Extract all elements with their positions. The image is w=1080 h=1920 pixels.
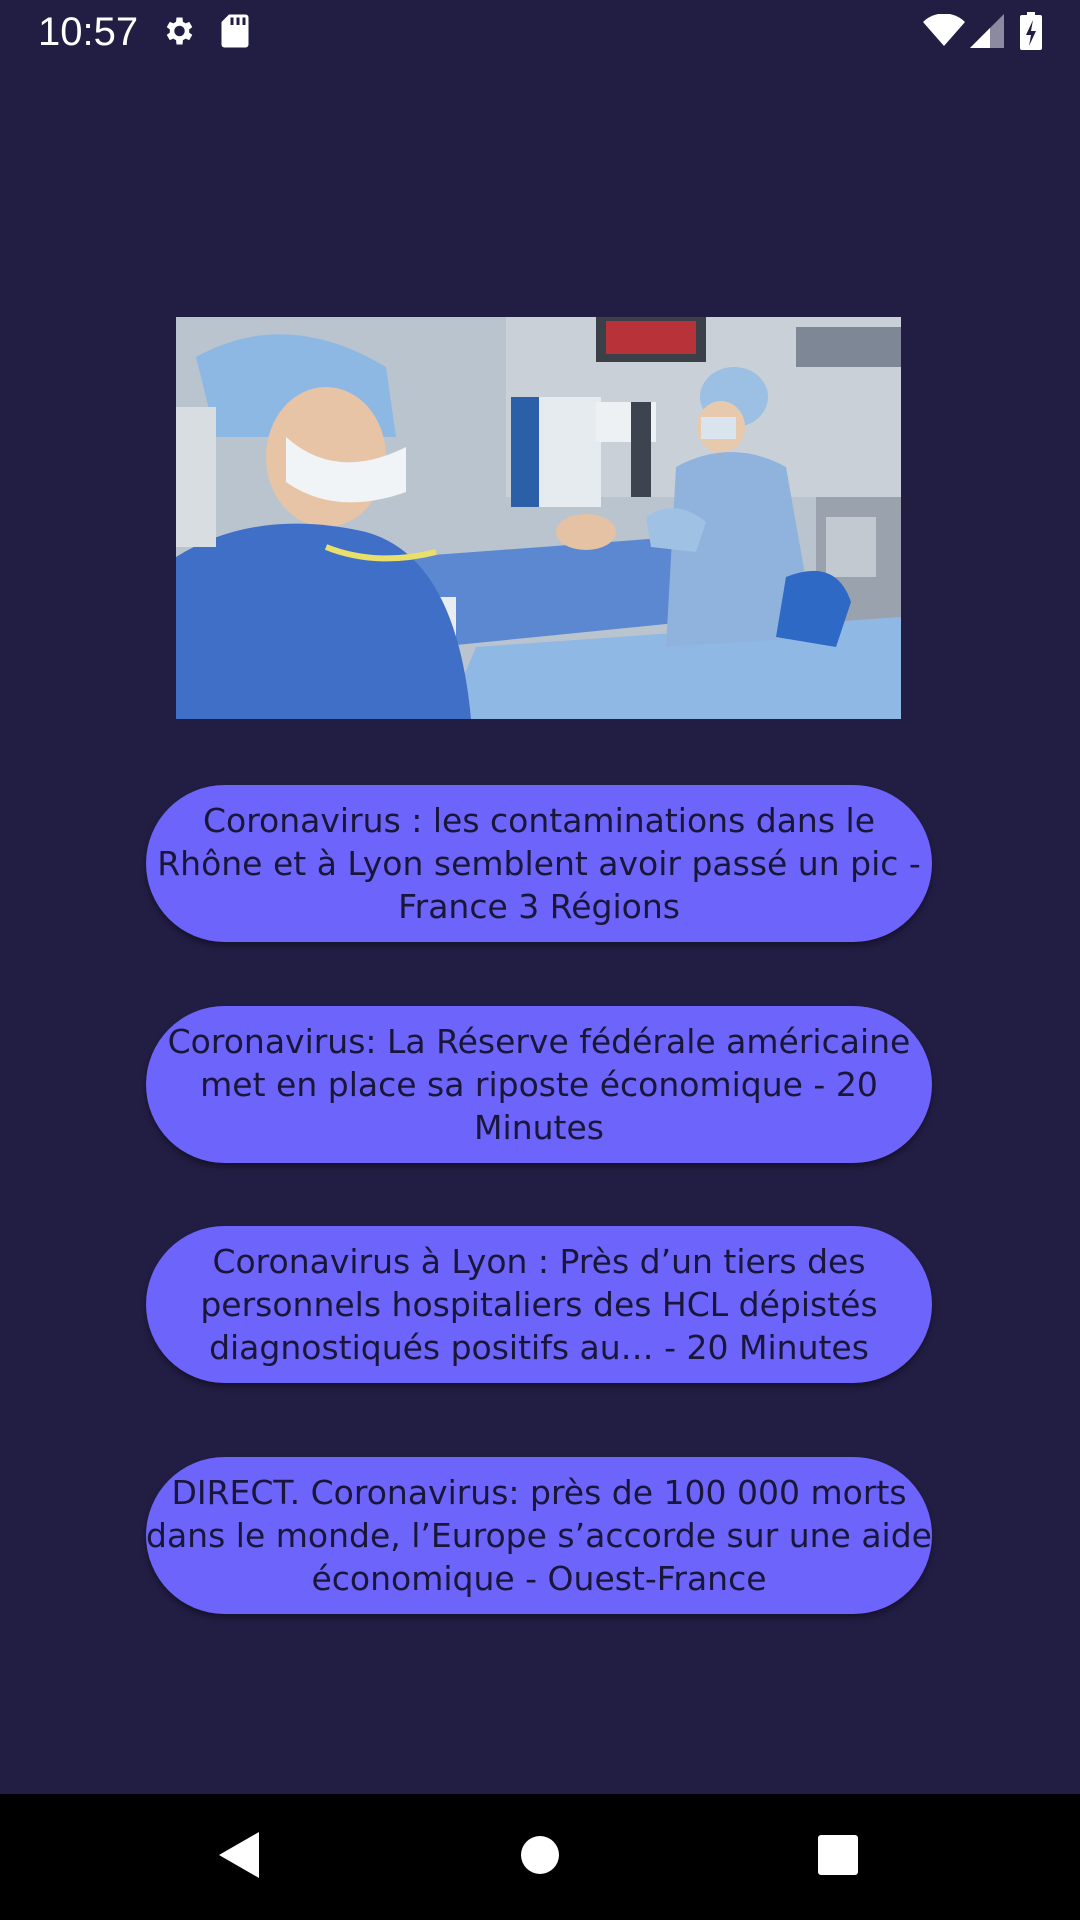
recents-icon bbox=[817, 1834, 859, 1881]
cell-signal-icon bbox=[970, 14, 1004, 53]
home-button[interactable] bbox=[507, 1824, 573, 1890]
recents-button[interactable] bbox=[805, 1824, 871, 1890]
headline-button[interactable]: Coronavirus : les contaminations dans le… bbox=[146, 785, 932, 942]
status-bar: 10:57 bbox=[0, 0, 1080, 63]
home-icon bbox=[520, 1835, 560, 1880]
status-time: 10:57 bbox=[38, 10, 139, 54]
battery-charging-icon bbox=[1020, 12, 1042, 55]
back-button[interactable] bbox=[205, 1824, 271, 1890]
headline-button[interactable]: DIRECT. Coronavirus: près de 100 000 mor… bbox=[146, 1457, 932, 1614]
headline-text: Coronavirus: La Réserve fédérale américa… bbox=[167, 1022, 911, 1147]
headline-text: DIRECT. Coronavirus: près de 100 000 mor… bbox=[146, 1473, 932, 1598]
sd-card-icon bbox=[220, 13, 250, 54]
back-icon bbox=[215, 1830, 261, 1885]
settings-icon bbox=[160, 13, 196, 54]
hero-image bbox=[176, 317, 901, 719]
headline-text: Coronavirus à Lyon : Près d’un tiers des… bbox=[200, 1242, 878, 1367]
navigation-bar bbox=[0, 1794, 1080, 1920]
headline-button[interactable]: Coronavirus à Lyon : Près d’un tiers des… bbox=[146, 1226, 932, 1383]
headline-button[interactable]: Coronavirus: La Réserve fédérale américa… bbox=[146, 1006, 932, 1163]
headline-text: Coronavirus : les contaminations dans le… bbox=[157, 801, 921, 926]
wifi-icon bbox=[922, 13, 966, 53]
